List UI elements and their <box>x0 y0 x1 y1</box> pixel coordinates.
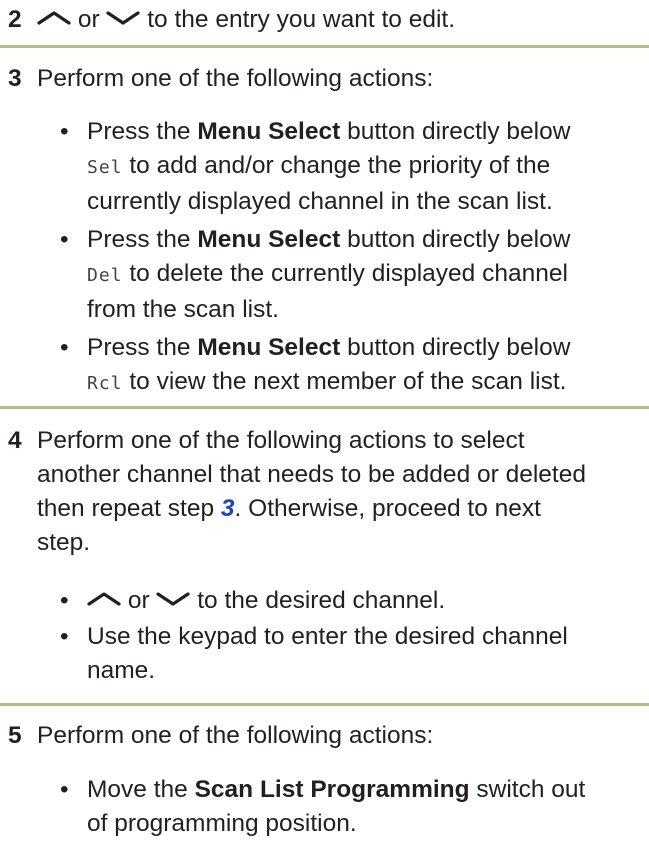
step-text: or to the entry you want to edit. <box>37 3 643 38</box>
step-text: Perform one of the following actions: <box>37 722 434 749</box>
divider <box>0 703 649 706</box>
display-key: Sel <box>87 157 123 178</box>
step-number: 4 <box>8 427 22 454</box>
step-link[interactable]: 3 <box>221 495 235 522</box>
step-text: Perform one of the following actions: <box>37 65 434 92</box>
divider <box>0 406 649 409</box>
manual-page: 2 or to the entry you want to edit. 3 Pe… <box>0 0 649 837</box>
step-number: 5 <box>8 722 22 749</box>
switch-name: Scan List Programming <box>194 776 470 803</box>
button-name: Menu Select <box>197 334 341 361</box>
chevron-down-icon <box>156 582 191 616</box>
chevron-up-icon <box>87 582 121 616</box>
chevron-down-icon <box>106 1 141 35</box>
divider <box>0 45 649 48</box>
step-number: 2 <box>8 6 22 33</box>
button-name: Menu Select <box>197 226 341 253</box>
chevron-up-icon <box>37 1 71 35</box>
display-key: Rcl <box>87 373 123 394</box>
step-text: Perform one of the following actions to … <box>37 427 586 556</box>
display-key: Del <box>87 265 123 286</box>
step-number: 3 <box>8 65 22 92</box>
button-name: Menu Select <box>197 118 341 145</box>
